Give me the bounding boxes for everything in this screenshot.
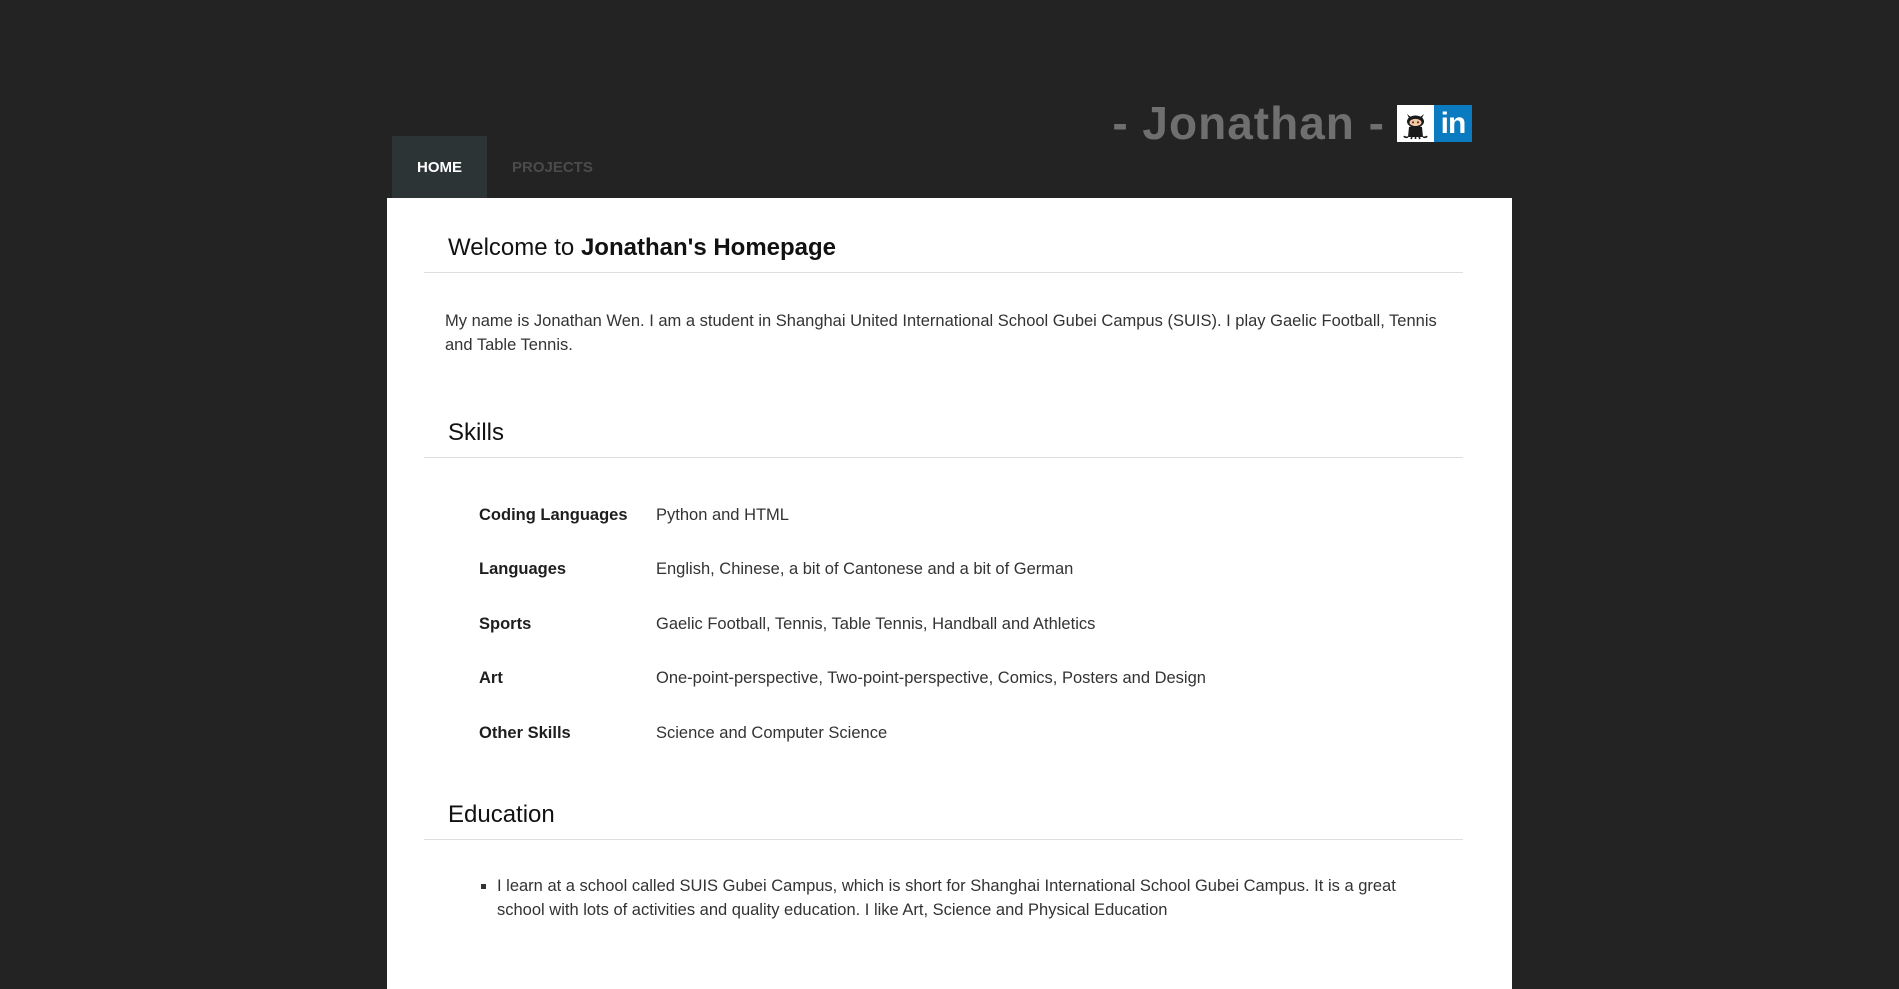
skill-row: Languages English, Chinese, a bit of Can… — [479, 543, 1206, 598]
welcome-heading-prefix: Welcome to — [448, 234, 581, 261]
skill-row: Coding Languages Python and HTML — [479, 488, 1206, 543]
skill-label: Art — [479, 669, 503, 688]
brand-name: - Jonathan - — [1112, 97, 1385, 149]
nav-projects[interactable]: PROJECTS — [487, 136, 618, 198]
skill-value: One-point-perspective, Two-point-perspec… — [656, 669, 1206, 688]
skill-row: Other Skills Science and Computer Scienc… — [479, 706, 1206, 761]
education-heading: Education — [424, 801, 1463, 840]
skill-label: Sports — [479, 614, 532, 633]
linkedin-icon[interactable]: in — [1434, 104, 1472, 142]
github-icon[interactable] — [1397, 104, 1434, 142]
welcome-heading: Welcome to Jonathan's Homepage — [424, 234, 1463, 273]
content-panel: Welcome to Jonathan's Homepage My name i… — [387, 198, 1512, 989]
list-item: I learn at a school called SUIS Gubei Ca… — [497, 874, 1442, 922]
skills-table: Coding Languages Python and HTML Languag… — [479, 488, 1206, 761]
social-links: in — [1397, 104, 1472, 142]
skill-label: Other Skills — [479, 723, 571, 742]
skill-label: Languages — [479, 560, 567, 579]
skills-heading: Skills — [424, 419, 1463, 458]
skill-value: Python and HTML — [656, 505, 789, 524]
nav-home[interactable]: HOME — [392, 136, 487, 198]
site-header: - Jonathan - in HOME PROJECTS — [392, 0, 1512, 198]
skill-value: Science and Computer Science — [656, 723, 888, 742]
intro-paragraph: My name is Jonathan Wen. I am a student … — [445, 312, 1437, 354]
skill-value: Gaelic Football, Tennis, Table Tennis, H… — [656, 614, 1096, 633]
main-nav: HOME PROJECTS — [392, 136, 618, 198]
skill-value: English, Chinese, a bit of Cantonese and… — [656, 560, 1074, 579]
education-list: I learn at a school called SUIS Gubei Ca… — [387, 874, 1442, 922]
skill-label: Coding Languages — [479, 505, 628, 524]
brand: - Jonathan - in — [1112, 96, 1472, 150]
welcome-heading-name: Jonathan's Homepage — [580, 234, 837, 261]
skill-row: Sports Gaelic Football, Tennis, Table Te… — [479, 597, 1206, 652]
skill-row: Art One-point-perspective, Two-point-per… — [479, 652, 1206, 707]
